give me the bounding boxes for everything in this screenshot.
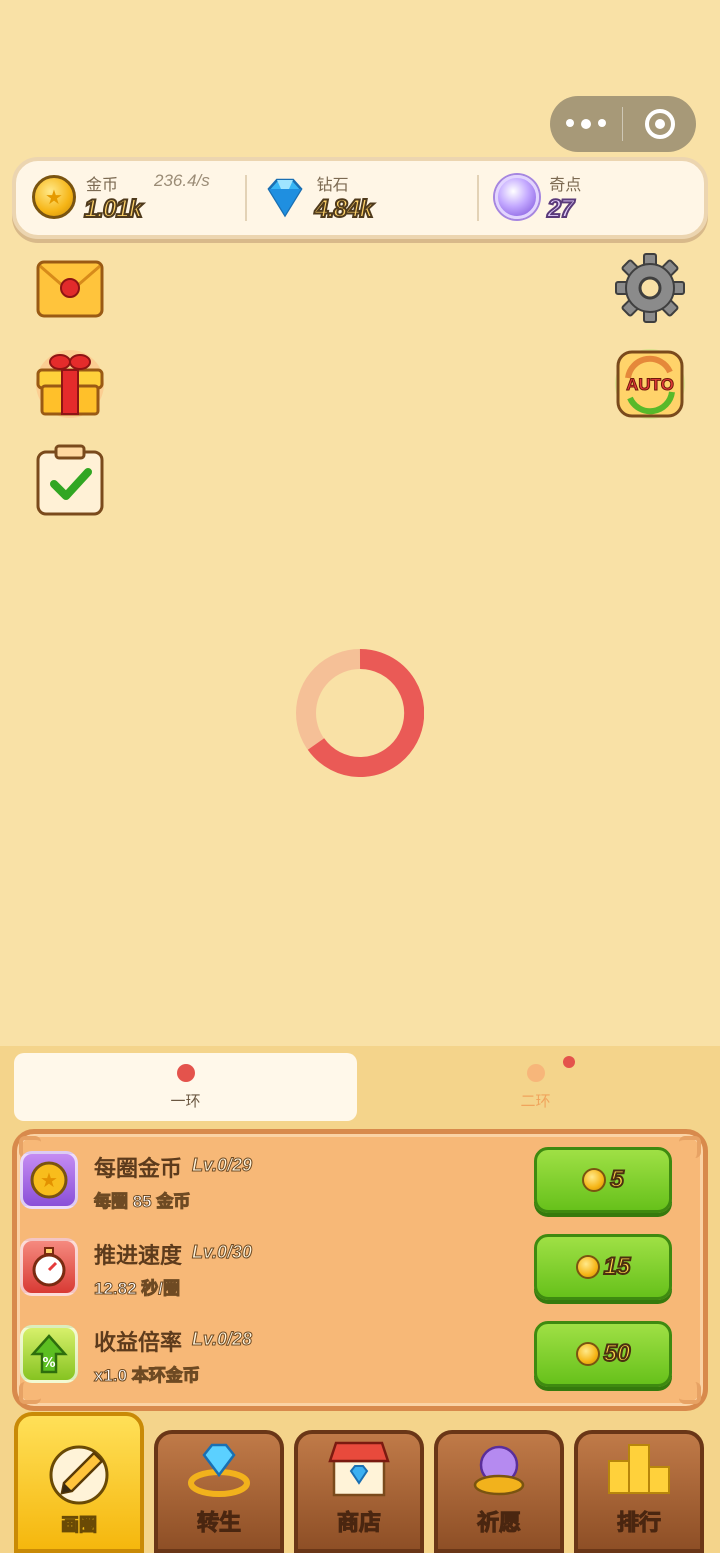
diamond-label: 钻石 [316,177,349,194]
gift-button[interactable] [34,346,106,418]
podium-icon [604,1439,674,1499]
svg-text:%: % [42,1356,55,1371]
upgrade-level: Lv.0/28 [191,1329,253,1350]
nav-shop[interactable]: 商店 [294,1430,424,1553]
diamond-value: 4.84k [314,194,375,224]
upgrade-row-coins-per-lap: ★ 每圈金币 Lv.0/29 每圈 85 金币 5 [16,1147,676,1217]
gift-box-icon [36,350,104,418]
coin-icon [575,1255,600,1279]
nav-label: 转生 [196,1510,241,1536]
nav-label: 排行 [616,1510,661,1536]
gear-icon [615,253,685,323]
mail-button[interactable] [34,256,106,328]
upgrade-cost: 50 [603,1339,632,1368]
more-menu-icon[interactable] [550,119,622,129]
loading-spinner [296,648,425,777]
nav-draw-circle[interactable]: 画圈 [14,1412,144,1553]
upgrade-description: 每圈 85 金币 [93,1192,191,1212]
close-miniprogram-icon[interactable] [623,109,696,139]
envelope-icon [36,260,104,318]
tab-indicator-dot [176,1063,195,1082]
upgrade-description: x1.0 本环金币 [94,1366,201,1386]
notification-badge [563,1056,575,1068]
nav-rebirth[interactable]: 转生 [154,1430,284,1553]
nav-ranking[interactable]: 排行 [574,1430,704,1553]
clipboard-check-icon [36,444,104,516]
upgrade-name: 推进速度 [94,1243,183,1268]
diamond-ring-icon [184,1439,254,1499]
coin-icon [582,1168,607,1192]
resource-bar: 金币 236.4/s 1.01k 钻石 4.84k 奇点 27 [12,157,708,239]
gold-rate: 236.4/s [154,171,210,190]
tab-ring-1[interactable]: 一环 [14,1053,357,1121]
points-value: 27 [546,194,575,224]
svg-text:★: ★ [40,1168,58,1192]
coin-icon [575,1342,600,1366]
upgrade-row-speed: 推进速度 Lv.0/30 12.82 秒/圈 15 [16,1234,676,1304]
diamond-resource: 钻石 4.84k [247,161,478,235]
tab-label: 一环 [170,1092,201,1110]
diamond-icon [263,175,307,219]
nav-wish[interactable]: 祈愿 [434,1430,564,1553]
upgrade-cost: 5 [609,1165,624,1194]
gold-label: 金币 [86,177,119,194]
upgrade-buy-button[interactable]: 15 [534,1234,672,1300]
pencil-icon [44,1445,114,1505]
nav-label: 祈愿 [476,1510,521,1536]
tasks-button[interactable] [34,444,106,516]
stopwatch-icon [20,1238,78,1296]
svg-text:AUTO: AUTO [626,375,674,394]
percent-arrow-icon: % [20,1325,78,1383]
singularity-orb-icon [495,175,540,219]
upgrade-description: 12.82 秒/圈 [94,1279,181,1299]
upgrade-name: 收益倍率 [94,1330,183,1355]
upgrade-row-multiplier: % 收益倍率 Lv.0/28 x1.0 本环金币 50 [16,1321,676,1391]
nav-label: 商店 [336,1510,381,1536]
gold-value: 1.01k [83,194,144,224]
miniprogram-capsule [550,96,696,152]
gold-coin-icon [32,175,76,219]
crystal-orb-icon [464,1439,534,1499]
points-resource: 奇点 27 [479,161,704,235]
upgrade-level: Lv.0/30 [191,1242,253,1263]
auto-button[interactable]: AUTO [614,348,686,420]
shop-icon [324,1439,394,1499]
gold-resource: 金币 236.4/s 1.01k [16,161,245,235]
auto-cycle-icon: AUTO [615,349,685,419]
upgrade-name: 每圈金币 [94,1156,183,1181]
panel-corner-decoration [679,1136,701,1158]
upgrade-buy-button[interactable]: 5 [534,1147,672,1213]
upgrade-cost: 15 [603,1252,632,1281]
settings-button[interactable] [614,252,686,324]
bottom-navigation: 画圈 转生 商店 祈愿 排行 [0,1412,720,1553]
tab-label: 二环 [520,1092,551,1110]
nav-label: 画圈 [61,1515,98,1536]
upgrade-level: Lv.0/29 [191,1155,253,1176]
tab-indicator-dot [526,1063,545,1082]
tab-ring-2[interactable]: 二环 [364,1053,707,1121]
coin-star-icon: ★ [20,1151,78,1209]
upgrade-buy-button[interactable]: 50 [534,1321,672,1387]
panel-corner-decoration [679,1382,701,1404]
points-label: 奇点 [549,177,582,194]
